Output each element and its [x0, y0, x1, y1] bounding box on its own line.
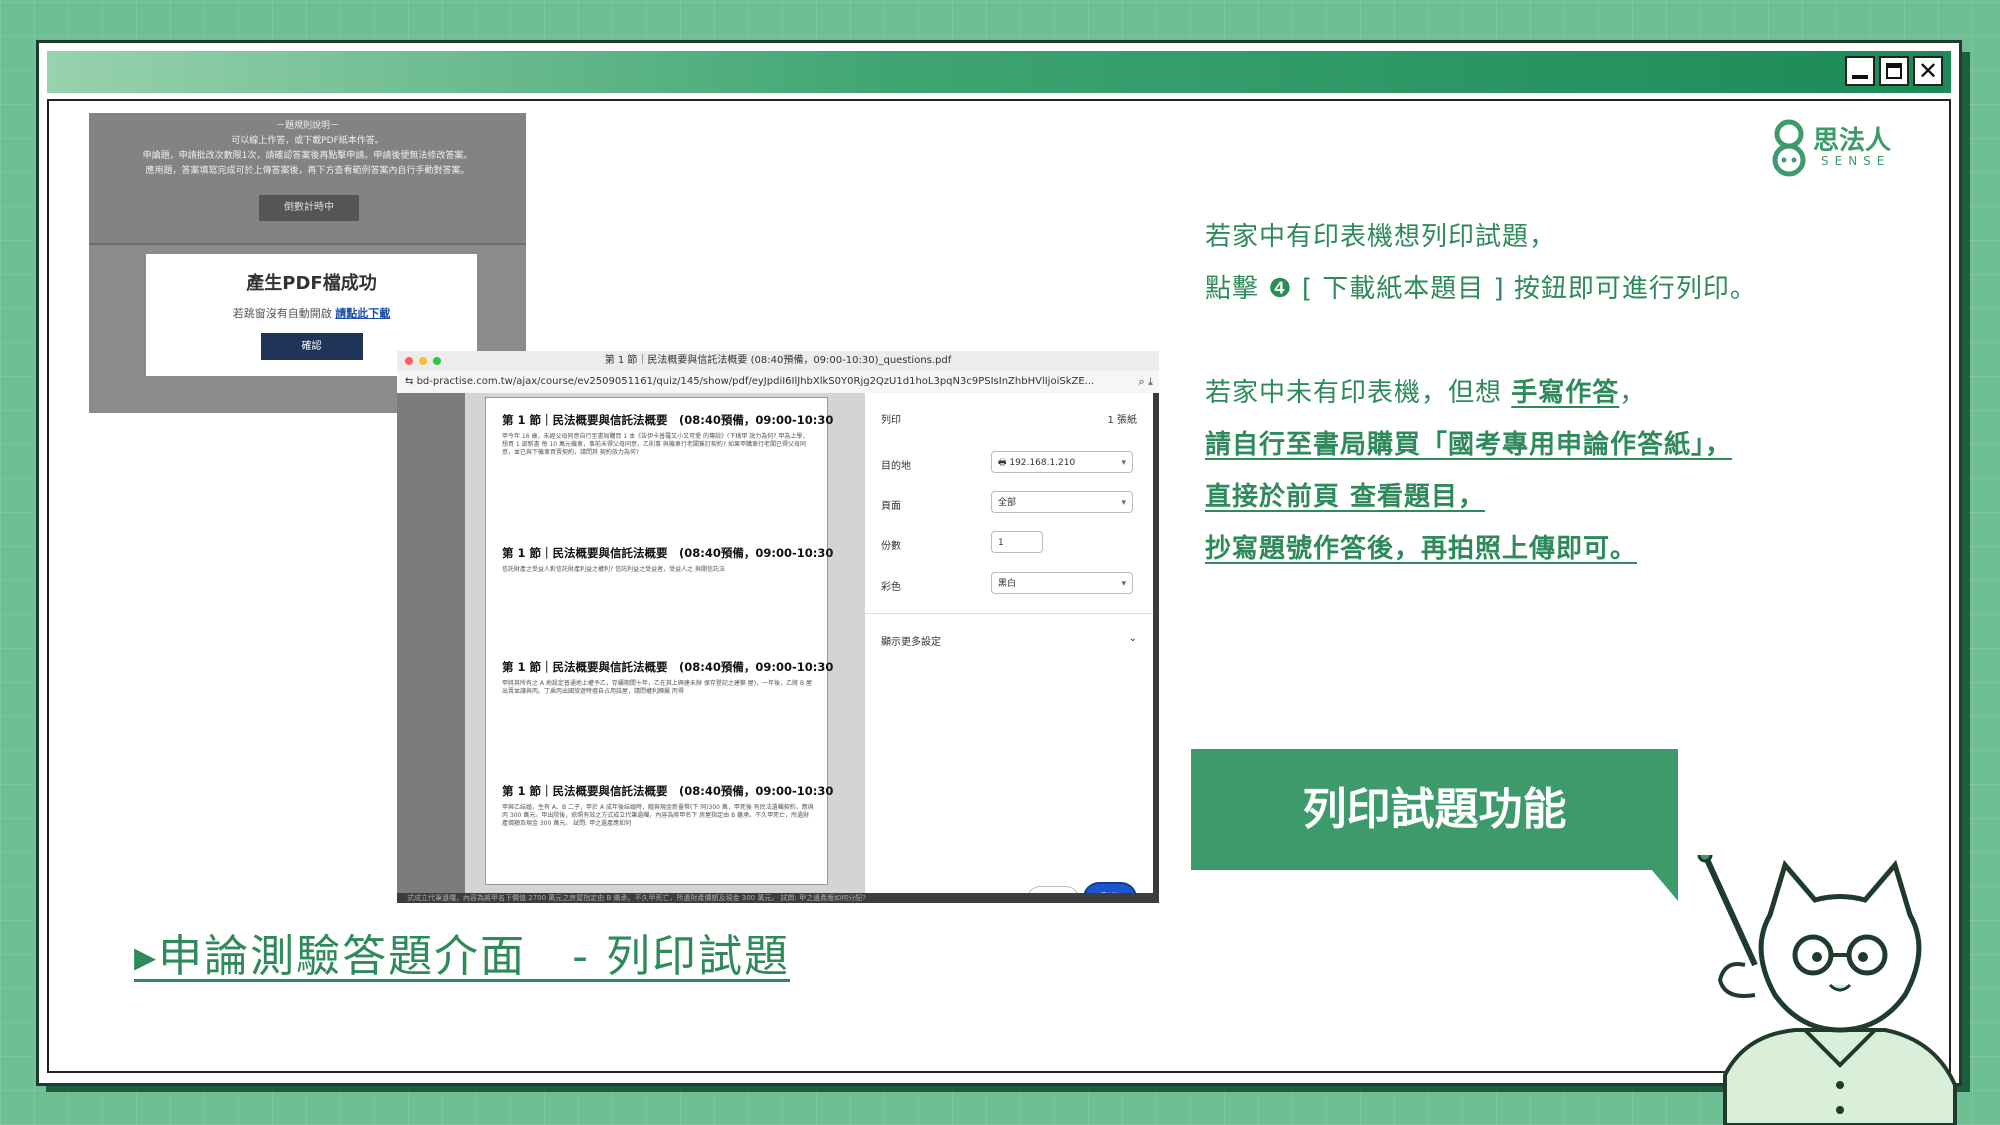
- brand-logo: 思法人 SENSE: [1765, 118, 1891, 184]
- rules-title: －題規則說明－: [275, 121, 339, 131]
- cat-teacher-mascot-icon: [1697, 855, 1957, 1125]
- rules-line: 可以線上作答，或下載PDF紙本作答。: [231, 136, 384, 146]
- destination-select[interactable]: 🖶 192.168.1.210: [991, 451, 1133, 474]
- scrollbar[interactable]: [1153, 393, 1159, 903]
- instruction-line: 若家中未有印表機，但想 手寫作答，: [1205, 378, 1647, 408]
- copies-label: 份數: [881, 541, 901, 552]
- question-block: 第 1 節｜民法概要與信託法概要 (08:40預備，09:00-10:30 甲與…: [502, 783, 834, 828]
- instruction-line: 若家中有印表機想列印試題，: [1205, 222, 1557, 252]
- instruction-line: 請自行至書局購買「國考專用申論作答紙」，: [1205, 430, 1733, 460]
- banner-tail: [1651, 869, 1678, 901]
- site-settings-icon[interactable]: ⇆: [405, 376, 413, 387]
- zoom-dot-icon[interactable]: [433, 357, 441, 365]
- window-controls: ✕: [1845, 56, 1943, 86]
- rules-line: 申論題，申請批改次數限1次，請確認答案後再點擊申請。申請後便無法修改答案。: [142, 151, 473, 161]
- question-heading: 第 1 節｜民法概要與信託法概要 (08:40預備，09:00-10:30: [502, 784, 834, 798]
- zoom-icon[interactable]: ⌕: [1138, 375, 1144, 388]
- logo-subtext: SENSE: [1821, 154, 1891, 168]
- minimize-dot-icon[interactable]: [419, 357, 427, 365]
- pdf-filename: 第 1 節｜民法概要與信託法概要 (08:40預備，09:00-10:30)_q…: [604, 355, 952, 366]
- download-link[interactable]: 請點此下載: [335, 307, 390, 320]
- close-dot-icon[interactable]: [405, 357, 413, 365]
- question-body: 信託財產之受益人對信託財產利益之權利? 信託利益之受益者，受益人之 與關信託法: [502, 566, 726, 573]
- slide-caption: ▸申論測驗答題介面 - 列印試題: [134, 931, 790, 982]
- question-block: 第 1 節｜民法概要與信託法概要 (08:40預備，09:00-10:30 信託…: [502, 545, 834, 574]
- preview-page: 第 1 節｜民法概要與信託法概要 (08:40預備，09:00-10:30 甲今…: [485, 397, 834, 885]
- handwrite-emphasis: 手寫作答: [1511, 378, 1620, 408]
- pdf-window-title: 第 1 節｜民法概要與信託法概要 (08:40預備，09:00-10:30)_q…: [397, 351, 1159, 371]
- chevron-down-icon: ⌄: [1128, 633, 1137, 644]
- color-label: 彩色: [881, 582, 901, 593]
- printer-icon: 🖶: [998, 458, 1010, 468]
- more-settings-toggle[interactable]: 顯示更多設定 ⌄: [881, 633, 1137, 648]
- modal-title: 產生PDF檔成功: [246, 273, 377, 294]
- rules-line: 應用題，答案填寫完成可於上傳答案後，再下方查看範例答案內自行手動對答案。: [145, 166, 470, 176]
- sheet-count: 1 張紙: [1107, 415, 1137, 426]
- instruction-line: 點擊 ❹ [ 下載紙本題目 ] 按鈕即可進行列印。: [1205, 274, 1757, 304]
- divider: [89, 243, 526, 245]
- question-heading: 第 1 節｜民法概要與信託法概要 (08:40預備，09:00-10:30: [502, 413, 834, 427]
- download-icon[interactable]: ⤓: [1148, 375, 1153, 388]
- question-body: 甲與乙結婚，生有 A、B 二子，甲於 A 成年後結婚時，贈與現金新臺幣(下 同)…: [502, 804, 814, 827]
- logo-text: 思法人: [1813, 126, 1892, 156]
- question-body: 甲今年 16 歲，未經父母同意自行至書局購買 1 本《告伊卡普羅又小又可愛 的傳…: [502, 433, 809, 456]
- background-page: [397, 393, 465, 903]
- pages-label: 頁面: [881, 501, 901, 512]
- copies-input[interactable]: 1: [991, 531, 1043, 553]
- print-settings-panel: 列印 1 張紙 目的地 🖶 192.168.1.210 頁面 全部 份數 1 彩…: [865, 393, 1153, 903]
- logo-icon: [1772, 119, 1806, 177]
- background-text: 式成立代筆遺囑，內容為將甲名下價值 2700 萬元之房屋指定由 B 繼承。不久甲…: [397, 893, 1159, 903]
- maximize-button[interactable]: [1879, 56, 1909, 86]
- color-select[interactable]: 黑白: [991, 572, 1133, 595]
- print-title: 列印: [881, 415, 901, 426]
- feature-banner: 列印試題功能: [1191, 749, 1678, 870]
- confirm-button[interactable]: 確認: [260, 333, 363, 360]
- address-bar[interactable]: ⇆ bd-practise.com.tw/ajax/course/ev25090…: [397, 371, 1159, 394]
- instruction-line: 抄寫題號作答後，再拍照上傳即可。: [1205, 534, 1638, 564]
- question-block: 第 1 節｜民法概要與信託法概要 (08:40預備，09:00-10:30 甲將…: [502, 659, 834, 696]
- instruction-line: 直接於前頁 查看題目，: [1205, 482, 1486, 512]
- rules-panel: －題規則說明－ 可以線上作答，或下載PDF紙本作答。 申論題，申請批改次數限1次…: [89, 113, 526, 243]
- close-button[interactable]: ✕: [1913, 56, 1943, 86]
- pages-select[interactable]: 全部: [991, 491, 1133, 514]
- modal-message: 若跳窗沒有自動開啟 請點此下載: [146, 305, 477, 321]
- question-heading: 第 1 節｜民法概要與信託法概要 (08:40預備，09:00-10:30: [502, 546, 834, 560]
- question-heading: 第 1 節｜民法概要與信託法概要 (08:40預備，09:00-10:30: [502, 660, 834, 674]
- title-bar: ✕: [47, 51, 1951, 93]
- print-dialog-screenshot: 第 1 節｜民法概要與信託法概要 (08:40預備，09:00-10:30)_q…: [397, 351, 1159, 903]
- traffic-lights: [405, 357, 441, 365]
- url-text: bd-practise.com.tw/ajax/course/ev2509051…: [416, 376, 1095, 387]
- divider: [865, 613, 1153, 614]
- print-preview: 第 1 節｜民法概要與信託法概要 (08:40預備，09:00-10:30 甲今…: [465, 393, 865, 903]
- modal-message-text: 若跳窗沒有自動開啟: [232, 307, 332, 320]
- question-body: 甲將其所有之 A 地設定普通地上權予乙，存續期間十年，乙在其上興建未辦 保存登記…: [502, 680, 813, 695]
- destination-label: 目的地: [881, 461, 911, 472]
- minimize-button[interactable]: [1845, 56, 1875, 86]
- question-block: 第 1 節｜民法概要與信託法概要 (08:40預備，09:00-10:30 甲今…: [502, 412, 834, 457]
- countdown-button[interactable]: 倒數計時中: [259, 195, 359, 221]
